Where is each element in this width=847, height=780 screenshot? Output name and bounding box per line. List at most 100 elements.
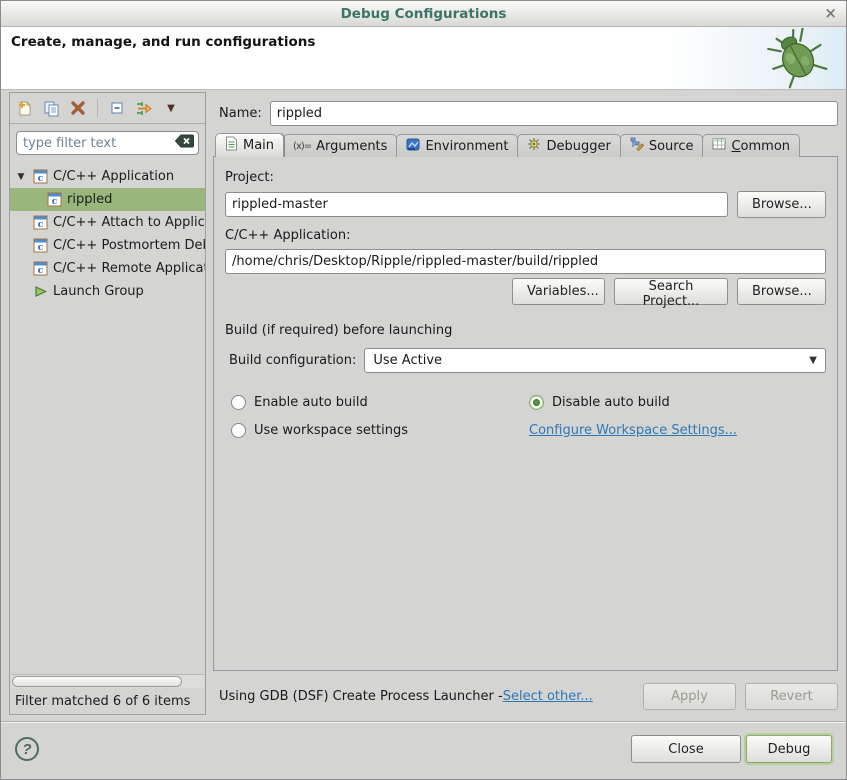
common-tab-icon bbox=[712, 138, 726, 154]
configuration-editor: Name: Main (x)= Arguments bbox=[213, 92, 838, 721]
filter-configurations-button[interactable] bbox=[134, 98, 154, 118]
duplicate-configuration-button[interactable] bbox=[41, 98, 61, 118]
main-area: ▼ ▼ bbox=[1, 90, 846, 721]
build-configuration-select[interactable]: Use Active ▼ bbox=[364, 348, 826, 373]
arguments-tab-icon: (x)= bbox=[293, 141, 311, 152]
selected-option: Use Active bbox=[373, 353, 809, 368]
expander-icon[interactable]: ▼ bbox=[10, 172, 32, 182]
titlebar[interactable]: Debug Configurations × bbox=[1, 1, 846, 27]
radio-enable-auto-build[interactable]: Enable auto build bbox=[231, 395, 529, 410]
svg-text:c: c bbox=[37, 243, 43, 253]
clear-filter-icon[interactable] bbox=[175, 134, 194, 152]
debug-button[interactable]: Debug bbox=[746, 735, 832, 763]
name-row: Name: bbox=[213, 101, 838, 126]
svg-text:c: c bbox=[37, 174, 43, 184]
application-buttons-row: Variables... Search Project... Browse... bbox=[225, 278, 826, 305]
filter-status: Filter matched 6 of 6 items bbox=[10, 688, 205, 714]
bug-logo-icon bbox=[758, 28, 834, 93]
revert-button[interactable]: Revert bbox=[745, 683, 838, 710]
tree-item-label: C/C++ Postmortem Debugger bbox=[53, 238, 205, 253]
tree-item-label: C/C++ Attach to Application bbox=[53, 215, 205, 230]
project-row: Browse... bbox=[225, 191, 826, 218]
search-project-button[interactable]: Search Project... bbox=[614, 278, 728, 305]
build-configuration-row: Build configuration: Use Active ▼ bbox=[229, 348, 826, 373]
radio-icon[interactable] bbox=[231, 423, 246, 438]
c-application-icon: c bbox=[32, 169, 48, 185]
project-input[interactable] bbox=[225, 192, 728, 217]
filter-field[interactable] bbox=[16, 131, 199, 155]
tab-arguments[interactable]: (x)= Arguments bbox=[283, 134, 397, 157]
tree-item-cpp-remote[interactable]: c C/C++ Remote Application bbox=[10, 257, 205, 280]
application-input[interactable] bbox=[225, 249, 826, 274]
radio-icon[interactable] bbox=[231, 395, 246, 410]
launcher-row: Using GDB (DSF) Create Process Launcher … bbox=[213, 671, 838, 721]
name-label: Name: bbox=[219, 106, 262, 121]
main-tab-content: Project: Browse... C/C++ Application: Va… bbox=[213, 156, 838, 671]
tree-item-cpp-application[interactable]: ▼ c C/C++ Application bbox=[10, 165, 205, 188]
svg-text:c: c bbox=[51, 197, 57, 207]
filter-input[interactable] bbox=[23, 136, 175, 151]
application-label: C/C++ Application: bbox=[225, 228, 826, 243]
tab-source[interactable]: Source bbox=[620, 134, 704, 157]
toolbar-separator bbox=[97, 99, 98, 117]
page-title: Create, manage, and run configurations bbox=[11, 34, 315, 50]
configure-workspace-settings-link[interactable]: Configure Workspace Settings... bbox=[529, 423, 826, 438]
select-other-link[interactable]: Select other... bbox=[503, 689, 593, 704]
tree-item-launch-group[interactable]: Launch Group bbox=[10, 280, 205, 303]
tree-item-label: rippled bbox=[67, 192, 112, 207]
close-icon[interactable]: × bbox=[824, 5, 837, 21]
radio-selected-icon[interactable] bbox=[529, 395, 544, 410]
tree-item-cpp-attach[interactable]: c C/C++ Attach to Application bbox=[10, 211, 205, 234]
name-input[interactable] bbox=[270, 101, 838, 126]
dialog-footer: ? Close Debug bbox=[1, 721, 846, 779]
c-application-icon: c bbox=[32, 215, 48, 231]
tab-label: Environment bbox=[425, 139, 508, 154]
tree-item-label: C/C++ Application bbox=[53, 169, 174, 184]
radio-label: Enable auto build bbox=[254, 395, 368, 410]
tab-bar: Main (x)= Arguments Environment bbox=[213, 133, 838, 157]
radio-use-workspace-settings[interactable]: Use workspace settings bbox=[231, 423, 529, 438]
application-browse-button[interactable]: Browse... bbox=[737, 278, 826, 305]
tab-main[interactable]: Main bbox=[215, 133, 284, 157]
radio-disable-auto-build[interactable]: Disable auto build bbox=[529, 395, 826, 410]
scrollbar-thumb[interactable] bbox=[12, 676, 182, 687]
debugger-tab-icon bbox=[527, 137, 541, 155]
radio-label: Disable auto build bbox=[552, 395, 670, 410]
tree-item-label: C/C++ Remote Application bbox=[53, 261, 205, 276]
help-button[interactable]: ? bbox=[15, 737, 39, 761]
project-browse-button[interactable]: Browse... bbox=[737, 191, 826, 218]
chevron-down-icon: ▼ bbox=[809, 355, 817, 366]
window-title: Debug Configurations bbox=[341, 6, 507, 22]
tree-item-rippled-selected[interactable]: c rippled bbox=[10, 188, 205, 211]
tree-horizontal-scrollbar[interactable] bbox=[11, 674, 204, 688]
radio-label: Use workspace settings bbox=[254, 423, 408, 438]
auto-build-options: Enable auto build Disable auto build Use… bbox=[231, 395, 826, 438]
tab-label: Common bbox=[731, 139, 790, 154]
close-button[interactable]: Close bbox=[631, 735, 741, 763]
filter-row bbox=[10, 124, 205, 161]
toolbar-menu-button[interactable]: ▼ bbox=[161, 98, 181, 118]
delete-configuration-button[interactable] bbox=[68, 98, 88, 118]
debug-configurations-dialog: Debug Configurations × Create, manage, a… bbox=[0, 0, 847, 780]
tab-environment[interactable]: Environment bbox=[396, 134, 518, 157]
launch-group-icon bbox=[32, 284, 48, 300]
configurations-tree: ▼ c C/C++ Application bbox=[10, 161, 205, 672]
svg-text:c: c bbox=[37, 266, 43, 276]
tab-label: Debugger bbox=[546, 139, 610, 154]
new-configuration-button[interactable] bbox=[14, 98, 34, 118]
tab-label: Arguments bbox=[316, 139, 387, 154]
tree-item-label: Launch Group bbox=[53, 284, 144, 299]
c-application-icon: c bbox=[32, 238, 48, 254]
variables-button[interactable]: Variables... bbox=[512, 278, 605, 305]
c-application-icon: c bbox=[46, 192, 62, 208]
collapse-all-button[interactable] bbox=[107, 98, 127, 118]
tree-item-cpp-postmortem[interactable]: c C/C++ Postmortem Debugger bbox=[10, 234, 205, 257]
configurations-sidebar: ▼ ▼ bbox=[9, 92, 206, 715]
tab-common[interactable]: Common bbox=[702, 134, 800, 157]
c-application-icon: c bbox=[32, 261, 48, 277]
tab-debugger[interactable]: Debugger bbox=[517, 134, 620, 157]
tab-label: Source bbox=[649, 139, 694, 154]
apply-button[interactable]: Apply bbox=[643, 683, 736, 710]
build-section-label: Build (if required) before launching bbox=[225, 323, 826, 338]
launcher-text: Using GDB (DSF) Create Process Launcher … bbox=[219, 689, 503, 704]
